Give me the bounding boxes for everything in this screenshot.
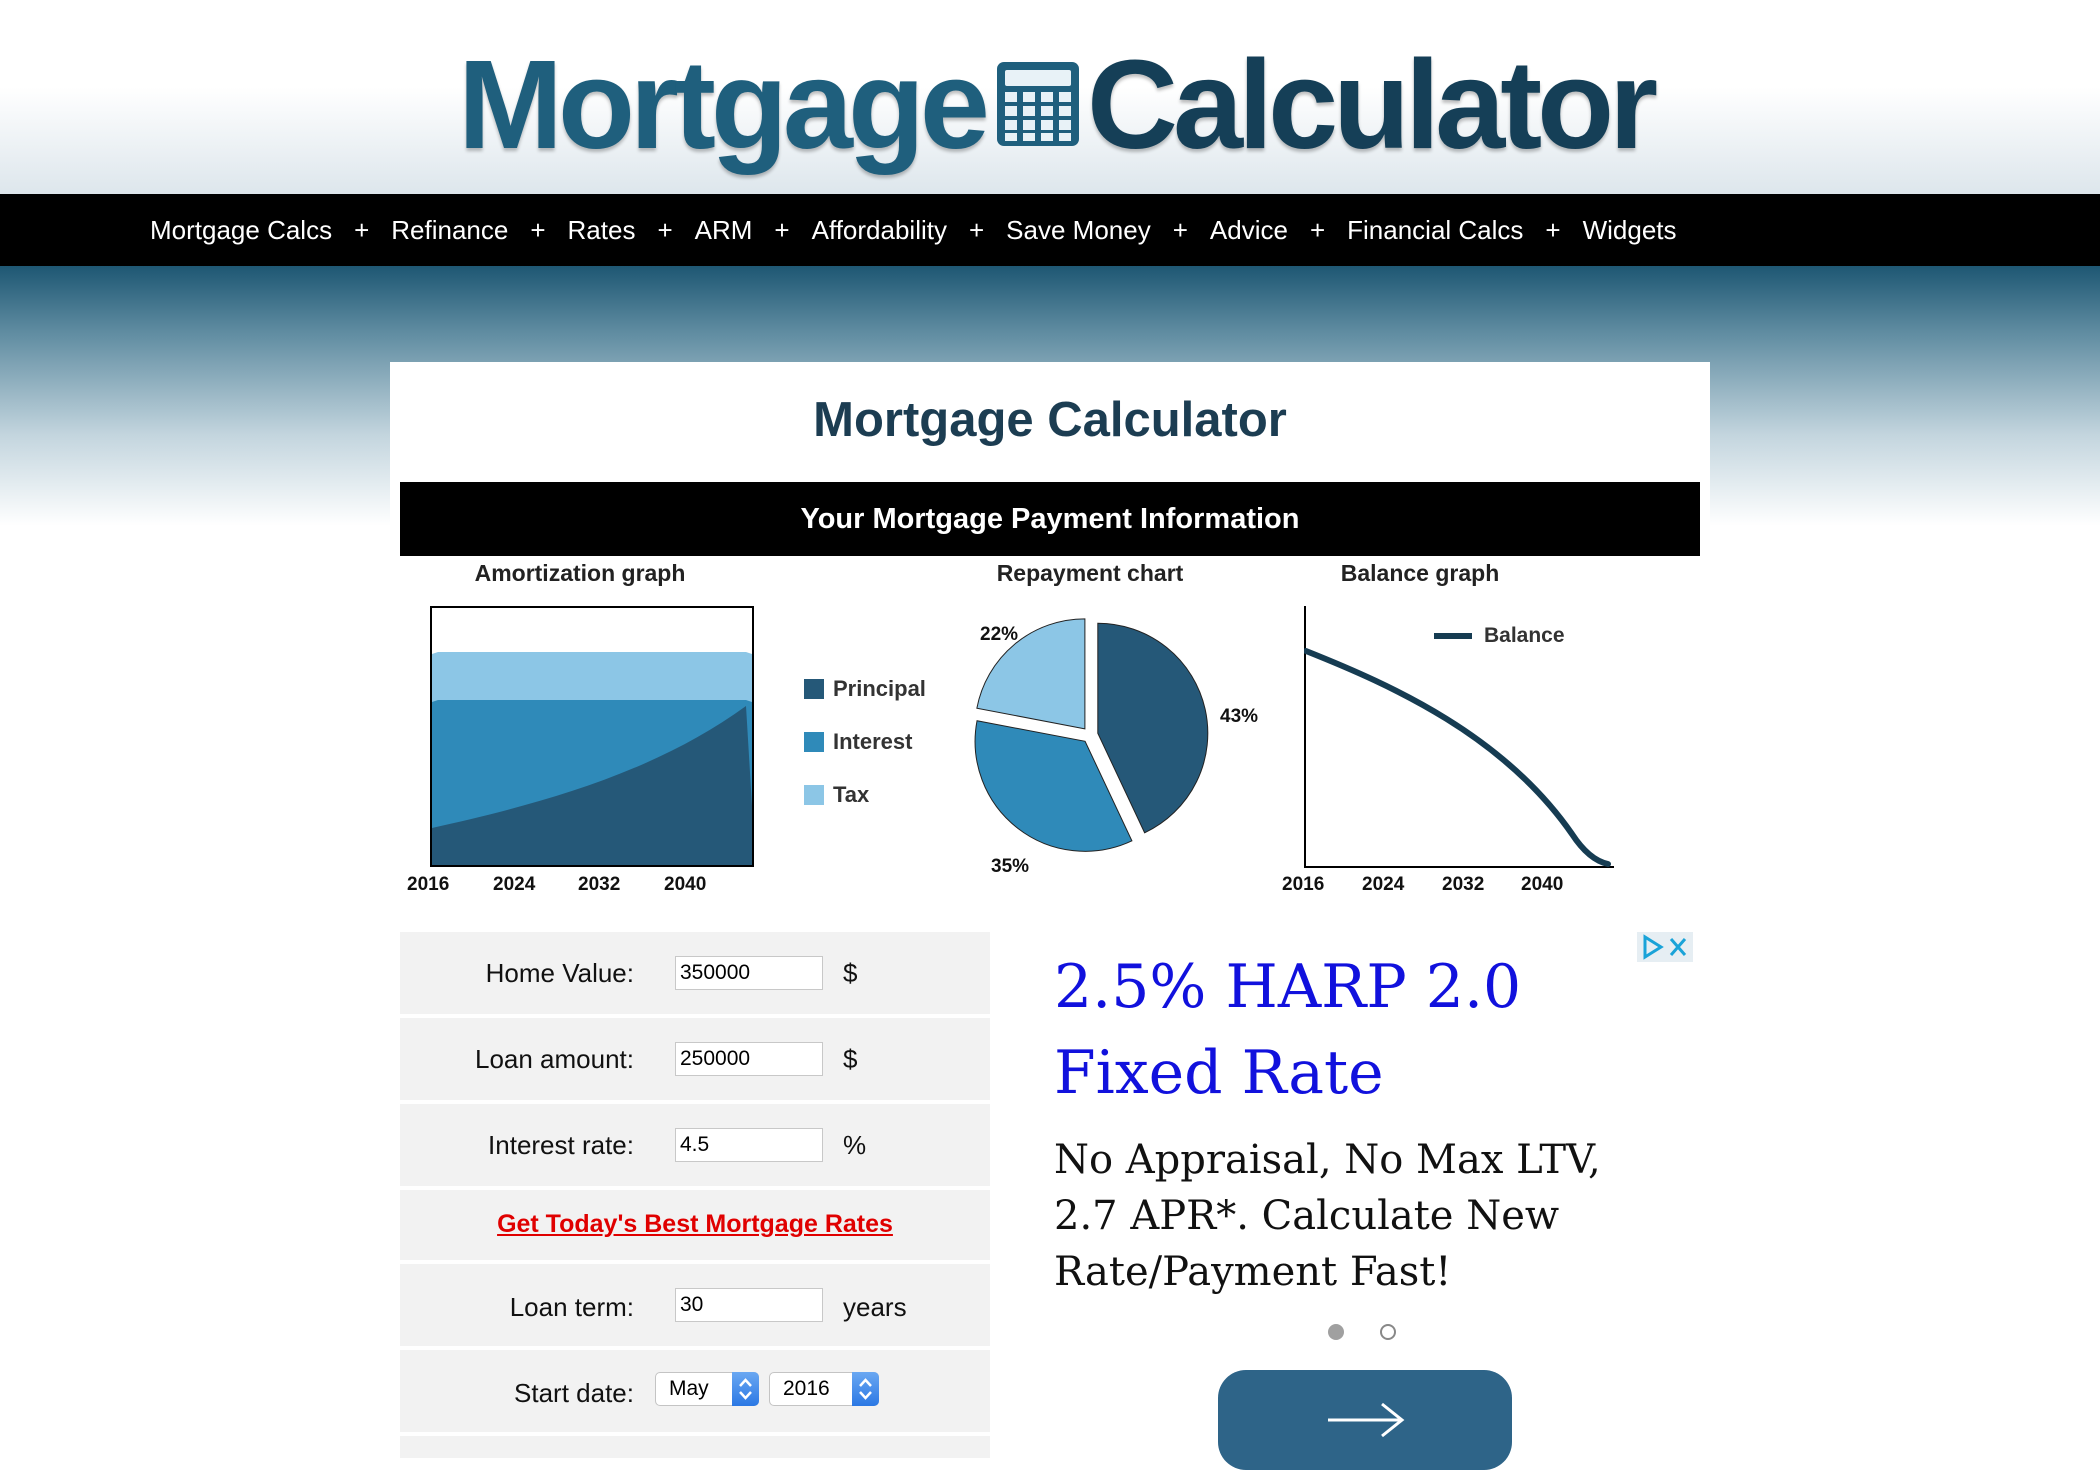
start-month-value: May (669, 1377, 709, 1400)
legend-tax: Tax (804, 782, 869, 808)
calculator-panel: Mortgage Calculator Your Mortgage Paymen… (390, 362, 1710, 1470)
nav-item-financial-calcs[interactable]: Financial Calcs (1347, 215, 1523, 246)
home-value-row: Home Value: $ (400, 932, 990, 1014)
amortization-x-tick: 2040 (664, 874, 707, 895)
ad-cta-button[interactable] (1218, 1370, 1512, 1470)
amortization-x-tick: 2016 (407, 874, 450, 895)
best-rates-link[interactable]: Get Today's Best Mortgage Rates (400, 1210, 990, 1239)
amortization-title: Amortization graph (474, 560, 686, 586)
nav-expand-icon[interactable]: + (774, 215, 789, 246)
nav-expand-icon[interactable]: + (1545, 215, 1560, 246)
balance-legend-label: Balance (1484, 624, 1565, 647)
nav-expand-icon[interactable]: + (1173, 215, 1188, 246)
ad-slide-dot-active[interactable] (1328, 1324, 1344, 1340)
legend-principal: Principal (804, 676, 926, 702)
nav-item-arm[interactable]: ARM (695, 215, 753, 246)
select-arrows-icon (852, 1372, 879, 1406)
loan-amount-unit: $ (843, 1044, 858, 1074)
amortization-x-tick: 2032 (578, 874, 621, 895)
arrow-right-icon (1328, 1402, 1405, 1438)
nav-expand-icon[interactable]: + (657, 215, 672, 246)
main-nav: Mortgage Calcs + Refinance + Rates + ARM… (0, 194, 2100, 266)
legend-interest-label: Interest (833, 729, 913, 754)
nav-item-advice[interactable]: Advice (1210, 215, 1288, 246)
ad-slide-dot[interactable] (1380, 1324, 1396, 1340)
legend-tax-label: Tax (833, 782, 870, 807)
ad-body-text: No Appraisal, No Max LTV, 2.7 APR*. Calc… (1054, 1137, 1601, 1295)
loan-term-label: Loan term: (509, 1292, 634, 1322)
site-logo[interactable]: Mortgage Calculator (458, 30, 1658, 180)
home-value-input[interactable] (675, 956, 823, 990)
balance-title: Balance graph (1340, 560, 1500, 586)
start-year-value: 2016 (783, 1377, 830, 1400)
amortization-x-tick: 2024 (493, 874, 536, 895)
close-icon[interactable] (1669, 938, 1687, 956)
start-month-select[interactable]: May (655, 1372, 759, 1406)
nav-item-affordability[interactable]: Affordability (812, 215, 947, 246)
rates-link-row: Get Today's Best Mortgage Rates (400, 1190, 990, 1260)
nav-expand-icon[interactable]: + (1310, 215, 1325, 246)
interest-rate-row: Interest rate: % (400, 1104, 990, 1186)
loan-term-input[interactable] (675, 1288, 823, 1322)
logo-word-calculator: Calculator (1087, 34, 1658, 175)
principal-swatch (804, 679, 824, 699)
tax-swatch (804, 785, 824, 805)
next-form-row (400, 1436, 990, 1458)
balance-x-tick: 2016 (1282, 874, 1325, 895)
nav-expand-icon[interactable]: + (530, 215, 545, 246)
home-value-label: Home Value: (485, 958, 634, 988)
home-value-unit: $ (843, 958, 858, 988)
pie-slice-principal (1097, 622, 1209, 834)
nav-item-refinance[interactable]: Refinance (391, 215, 508, 246)
nav-expand-icon[interactable]: + (969, 215, 984, 246)
nav-item-rates[interactable]: Rates (568, 215, 636, 246)
start-date-row: Start date: May 2016 (400, 1350, 990, 1432)
loan-term-row: Loan term: years (400, 1264, 990, 1346)
start-date-label: Start date: (514, 1378, 634, 1408)
nav-item-mortgage-calcs[interactable]: Mortgage Calcs (150, 215, 332, 246)
nav-item-widgets[interactable]: Widgets (1583, 215, 1677, 246)
logo-word-mortgage: Mortgage (458, 34, 990, 175)
ad-headline-link[interactable]: 2.5% HARP 2.0 Fixed Rate (1054, 944, 1664, 1116)
balance-x-tick: 2040 (1521, 874, 1564, 895)
start-year-select[interactable]: 2016 (769, 1372, 879, 1406)
site-header: Mortgage Calculator (0, 0, 2100, 194)
payment-info-bar: Your Mortgage Payment Information (400, 482, 1700, 556)
legend-principal-label: Principal (833, 676, 926, 701)
loan-amount-label: Loan amount: (474, 1044, 634, 1074)
amortization-graph (430, 606, 754, 867)
balance-x-tick: 2024 (1362, 874, 1405, 895)
legend-interest: Interest (804, 729, 912, 755)
interest-rate-unit: % (843, 1130, 867, 1160)
interest-swatch (804, 732, 824, 752)
balance-graph (1304, 606, 1614, 868)
loan-amount-input[interactable] (675, 1042, 823, 1076)
repayment-pie-chart (974, 618, 1209, 852)
repayment-title: Repayment chart (996, 560, 1184, 586)
loan-amount-row: Loan amount: $ (400, 1018, 990, 1100)
select-arrows-icon (732, 1372, 759, 1406)
nav-expand-icon[interactable]: + (354, 215, 369, 246)
balance-line (1304, 648, 1611, 867)
nav-item-save-money[interactable]: Save Money (1006, 215, 1151, 246)
page-title: Mortgage Calculator (813, 393, 1287, 447)
pie-label-interest: 35% (991, 856, 1030, 877)
pie-label-tax: 22% (980, 624, 1019, 645)
balance-x-tick: 2032 (1442, 874, 1485, 895)
interest-rate-input[interactable] (675, 1128, 823, 1162)
interest-rate-label: Interest rate: (488, 1130, 634, 1160)
pie-label-principal: 43% (1220, 706, 1259, 727)
loan-term-unit: years (843, 1292, 907, 1322)
calculator-icon (995, 42, 1081, 168)
